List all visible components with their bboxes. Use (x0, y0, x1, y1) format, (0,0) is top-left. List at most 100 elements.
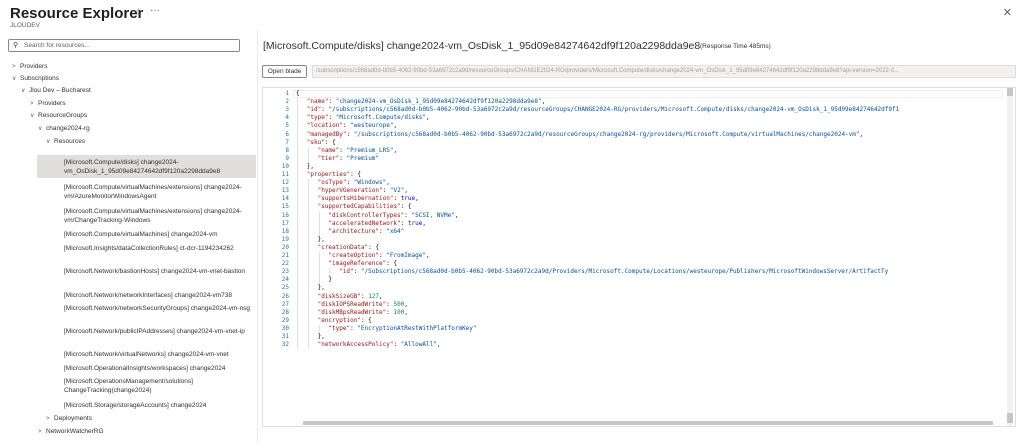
line-number: 3 (285, 106, 289, 114)
code-line: "acceleratedNetwork": true, (328, 219, 426, 227)
response-time: (Response Time 485ms) (700, 43, 771, 50)
page-subtitle: JLOUDEV (10, 22, 40, 29)
code-line: "encryption": { (317, 316, 372, 324)
line-number: 26 (281, 292, 289, 300)
tree-item-resource[interactable]: [Microsoft.OperationsManagement/solution… (64, 377, 252, 395)
tree-item-resource[interactable]: [Microsoft.Network/networkSecurityGroups… (64, 304, 252, 313)
resource-url[interactable]: /subscriptions/c568ad0d-b0b5-4062-90bd-5… (312, 65, 1016, 78)
chevron-down-icon: ∨ (38, 126, 43, 132)
tree-item-resource[interactable]: [Microsoft.Network/networkInterfaces] ch… (64, 291, 252, 300)
tree-item-resource[interactable]: [Microsoft.Insights/dataCollectionRules]… (64, 244, 252, 253)
line-number: 22 (281, 260, 289, 268)
resource-title: [Microsoft.Compute/disks] change2024-vm_… (263, 40, 701, 52)
line-number: 13 (281, 187, 289, 195)
code-line: }, (317, 333, 325, 340)
pin-icon[interactable]: ☆ (134, 7, 143, 18)
line-number: 28 (281, 308, 289, 316)
line-number: 7 (285, 138, 289, 146)
indent-guide (307, 146, 309, 163)
tree-item-rg[interactable]: ∨ change2024-rg (38, 124, 90, 134)
line-number: 32 (281, 341, 289, 349)
line-number: 23 (281, 268, 289, 276)
code-line: "managedBy": "/subscriptions/c568ad0d-b0… (306, 130, 864, 138)
tree-item-resources[interactable]: ∨ Resources (46, 137, 85, 147)
code-line: "tier": "Premium" (317, 154, 380, 162)
indent-guide (307, 179, 309, 350)
tree-item-sub-providers[interactable]: > Providers (30, 99, 65, 109)
indent-guide (318, 252, 320, 285)
code-line: "sku": { (306, 138, 336, 146)
code-line: "name": "change2024-vm_OsDisk_1_95d09e84… (306, 98, 546, 106)
code-line: "type": "EncryptionAtRestWithPlatformKey… (328, 324, 477, 332)
chevron-down-icon: ∨ (21, 88, 26, 94)
line-number: 5 (285, 122, 289, 130)
line-number: 17 (281, 219, 289, 227)
chevron-right-icon: > (12, 64, 16, 70)
tree-item-resource[interactable]: [Microsoft.Compute/virtualMachines] chan… (64, 230, 252, 239)
code-line: "diskControllerTypes": "SCSI, NVMe", (328, 211, 459, 219)
tree-item-deployments[interactable]: > Deployments (46, 414, 92, 424)
close-icon[interactable]: ✕ (1003, 6, 1012, 19)
indent-guide (329, 268, 331, 277)
code-line: "diskSizeGB": 127, (317, 292, 383, 300)
code-line: "imageReference": { (328, 260, 398, 268)
code-line: "name": "Premium_LRS", (317, 146, 398, 154)
vertical-scrollbar[interactable] (1007, 88, 1013, 426)
line-number: 29 (281, 316, 289, 324)
tree-item-resource-groups[interactable]: ∨ ResourceGroups (30, 111, 87, 121)
code-line: }, (306, 162, 315, 170)
line-number: 27 (281, 300, 289, 308)
tree-item-subscriptions[interactable]: ∨ Subscriptions (12, 74, 59, 84)
tree-item-resource[interactable]: [Microsoft.Network/publicIPAddresses] ch… (64, 327, 252, 336)
chevron-right-icon: > (38, 429, 42, 435)
chevron-down-icon: ∨ (12, 76, 17, 82)
code-line: "createOption": "FromImage", (328, 252, 430, 259)
line-number: 8 (285, 146, 289, 154)
indent-guide (318, 324, 320, 333)
tree-item-network-watcher[interactable]: > NetworkWatcherRG (38, 427, 104, 437)
line-number: 30 (281, 324, 289, 332)
current-line-highlight (293, 90, 1003, 98)
line-number: 6 (285, 130, 289, 138)
tree-item-resource[interactable]: [Microsoft.Compute/disks] change2024-vm_… (64, 158, 252, 176)
more-icon[interactable]: ··· (150, 5, 160, 16)
code-line: "id": "/subscriptions/c568ad0d-b0b5-4062… (306, 106, 900, 114)
code-line: "id": "/Subscriptions/c568ad0d-b0b5-4062… (339, 268, 889, 276)
tree-item-resource[interactable]: [Microsoft.OperationalInsights/workspace… (64, 364, 252, 373)
scroll-down-thumb[interactable] (1007, 413, 1013, 423)
scroll-up-thumb[interactable] (1007, 88, 1013, 96)
tree-item-subscription[interactable]: ∨ Jlou Dev – Bucharest (21, 86, 91, 96)
tree-item-resource[interactable]: [Microsoft.Network/virtualNetworks] chan… (64, 350, 252, 359)
indent-guide (297, 98, 298, 350)
resource-tree: > Providers ∨ Subscriptions ∨ Jlou Dev – Bu… (0, 57, 256, 443)
tree-item-resource[interactable]: [Microsoft.Compute/virtualMachines/exten… (64, 207, 252, 225)
chevron-down-icon: ∨ (46, 139, 51, 145)
line-number: 21 (281, 252, 289, 259)
chevron-right-icon: > (46, 416, 50, 422)
json-editor[interactable]: 1 {2 "name": "change2024-vm_OsDisk_1_95d09… (262, 87, 1016, 427)
code-line: "architecture": "x64" (328, 227, 405, 235)
open-blade-button[interactable]: Open blade (262, 65, 307, 78)
indent-guide (318, 211, 320, 236)
tree-item-resource[interactable]: [Microsoft.Compute/virtualMachines/exten… (64, 183, 252, 201)
code-line: "supportsHibernation": true, (317, 195, 419, 203)
line-number: 25 (281, 284, 289, 292)
tree-item-resource[interactable]: [Microsoft.Network/bastionHosts] change2… (64, 267, 252, 276)
code-line: }, (317, 235, 325, 243)
panel-divider (257, 30, 258, 443)
code-line: "networkAccessPolicy": "AllowAll", (317, 341, 441, 349)
line-number: 1 (285, 90, 289, 97)
line-number: 9 (285, 154, 289, 162)
line-number: 10 (281, 162, 289, 170)
horizontal-scrollbar[interactable] (303, 421, 993, 425)
line-number: 16 (281, 211, 289, 219)
page-title: Resource Explorer (10, 5, 144, 22)
code-line: } (328, 276, 333, 284)
tree-item-resource[interactable]: [Microsoft.Storage/storageAccounts] chan… (64, 401, 252, 410)
line-number: 31 (281, 333, 289, 340)
search-icon: ⚲ (13, 42, 19, 49)
search-input[interactable]: ⚲ Search for resources... (8, 39, 240, 52)
code-line: "creationData": { (317, 243, 380, 251)
code-line: "properties": { (306, 171, 361, 178)
tree-item-providers[interactable]: > Providers (12, 62, 47, 72)
